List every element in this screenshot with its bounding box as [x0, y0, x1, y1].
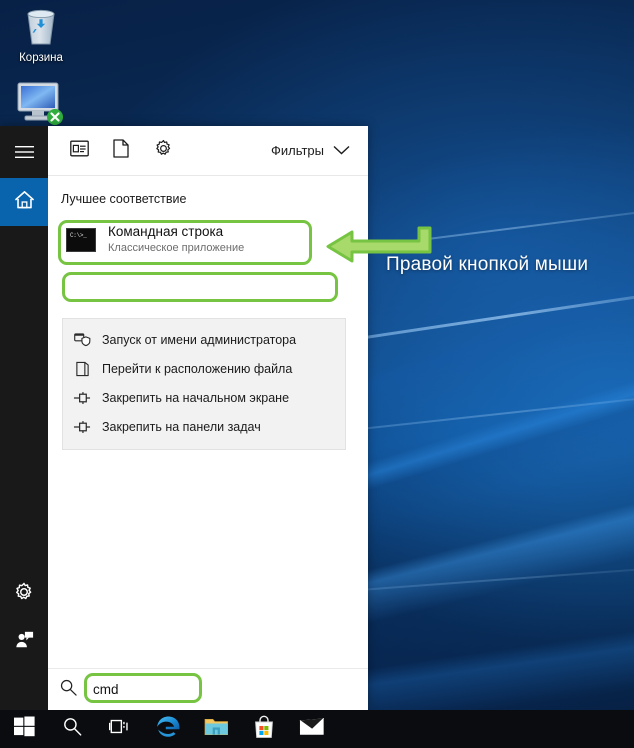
best-match-subtitle: Классическое приложение — [108, 242, 245, 255]
edge-icon — [156, 714, 181, 744]
taskbar-start-button[interactable] — [0, 710, 48, 748]
chevron-down-icon — [333, 143, 350, 158]
pin-icon — [73, 389, 91, 407]
open-folder-icon — [73, 360, 91, 378]
search-input-wrapper — [87, 676, 227, 703]
mail-envelope-icon — [299, 717, 325, 742]
toolbar-item-documents[interactable] — [100, 131, 142, 171]
start-search-panel: Фильтры Лучшее соответствие C:\>_ Команд… — [0, 126, 368, 710]
filters-dropdown[interactable]: Фильтры — [271, 143, 354, 158]
search-bar — [48, 668, 368, 710]
context-menu: Запуск от имени администратора Перейти к… — [62, 318, 346, 450]
search-icon — [60, 679, 77, 701]
rail-item-settings[interactable] — [0, 570, 48, 618]
rail-item-feedback[interactable] — [0, 618, 48, 666]
annotation-text: Правой кнопкой мыши — [386, 254, 589, 275]
rail-spacer — [0, 226, 48, 570]
command-prompt-icon: C:\>_ — [66, 228, 96, 252]
toolbar-item-settings[interactable] — [142, 131, 184, 171]
command-prompt-glyph-text: C:\>_ — [70, 232, 87, 239]
home-icon — [14, 190, 35, 215]
taskbar-mail-button[interactable] — [288, 710, 336, 748]
context-menu-item-label: Запуск от имени администратора — [102, 332, 297, 347]
desktop-screen: Корзина Правой кнопкой мыши Фильтры Лучш… — [0, 0, 634, 748]
context-menu-item-label: Перейти к расположению файла — [102, 361, 293, 376]
taskbar-task-view-button[interactable] — [96, 710, 144, 748]
context-menu-item-label: Закрепить на панели задач — [102, 419, 261, 434]
context-menu-item-label: Закрепить на начальном экране — [102, 390, 290, 405]
gear-icon — [14, 582, 34, 607]
computer-monitor-icon — [14, 80, 68, 126]
toolbar-item-all-apps[interactable] — [58, 131, 100, 171]
context-menu-item-run-as-admin[interactable]: Запуск от имени администратора — [63, 325, 345, 354]
context-menu-item-pin-to-start[interactable]: Закрепить на начальном экране — [63, 383, 345, 412]
desktop-icon-recycle-bin[interactable]: Корзина — [4, 4, 78, 66]
search-input[interactable] — [87, 676, 227, 703]
rail-item-home[interactable] — [0, 178, 48, 226]
windows-logo-icon — [13, 716, 35, 742]
best-match-section-label: Лучшее соответствие — [61, 192, 187, 206]
best-match-result-item[interactable]: C:\>_ Командная строка Классическое прил… — [58, 216, 354, 264]
taskbar-microsoft-store-button[interactable] — [240, 710, 288, 748]
shield-run-icon — [73, 331, 91, 349]
desktop-icon-computer[interactable] — [4, 80, 78, 130]
taskbar-search-button[interactable] — [48, 710, 96, 748]
gear-icon — [154, 139, 173, 163]
taskbar-edge-button[interactable] — [144, 710, 192, 748]
document-icon — [113, 138, 129, 163]
rail-item-hamburger[interactable] — [0, 130, 48, 178]
desktop-icon-label: Корзина — [19, 52, 63, 64]
start-menu-rail — [0, 126, 48, 710]
feedback-person-icon — [14, 630, 34, 655]
taskbar-file-explorer-button[interactable] — [192, 710, 240, 748]
pin-icon — [73, 418, 91, 436]
task-view-icon — [108, 717, 131, 741]
search-toolbar: Фильтры — [48, 126, 368, 176]
search-content: Фильтры Лучшее соответствие C:\>_ Команд… — [48, 126, 368, 710]
app-window-icon — [69, 140, 89, 162]
search-icon — [63, 717, 82, 741]
context-menu-item-open-file-location[interactable]: Перейти к расположению файла — [63, 354, 345, 383]
filters-label: Фильтры — [270, 143, 324, 158]
folder-icon — [204, 716, 229, 742]
store-bag-icon — [253, 715, 275, 744]
recycle-bin-icon — [20, 4, 62, 48]
best-match-title: Командная строка — [108, 224, 224, 240]
taskbar — [0, 710, 634, 748]
best-match-text: Командная строка Классическое приложение — [108, 224, 244, 255]
context-menu-item-pin-to-taskbar[interactable]: Закрепить на панели задач — [63, 412, 345, 441]
hamburger-icon — [14, 145, 34, 164]
